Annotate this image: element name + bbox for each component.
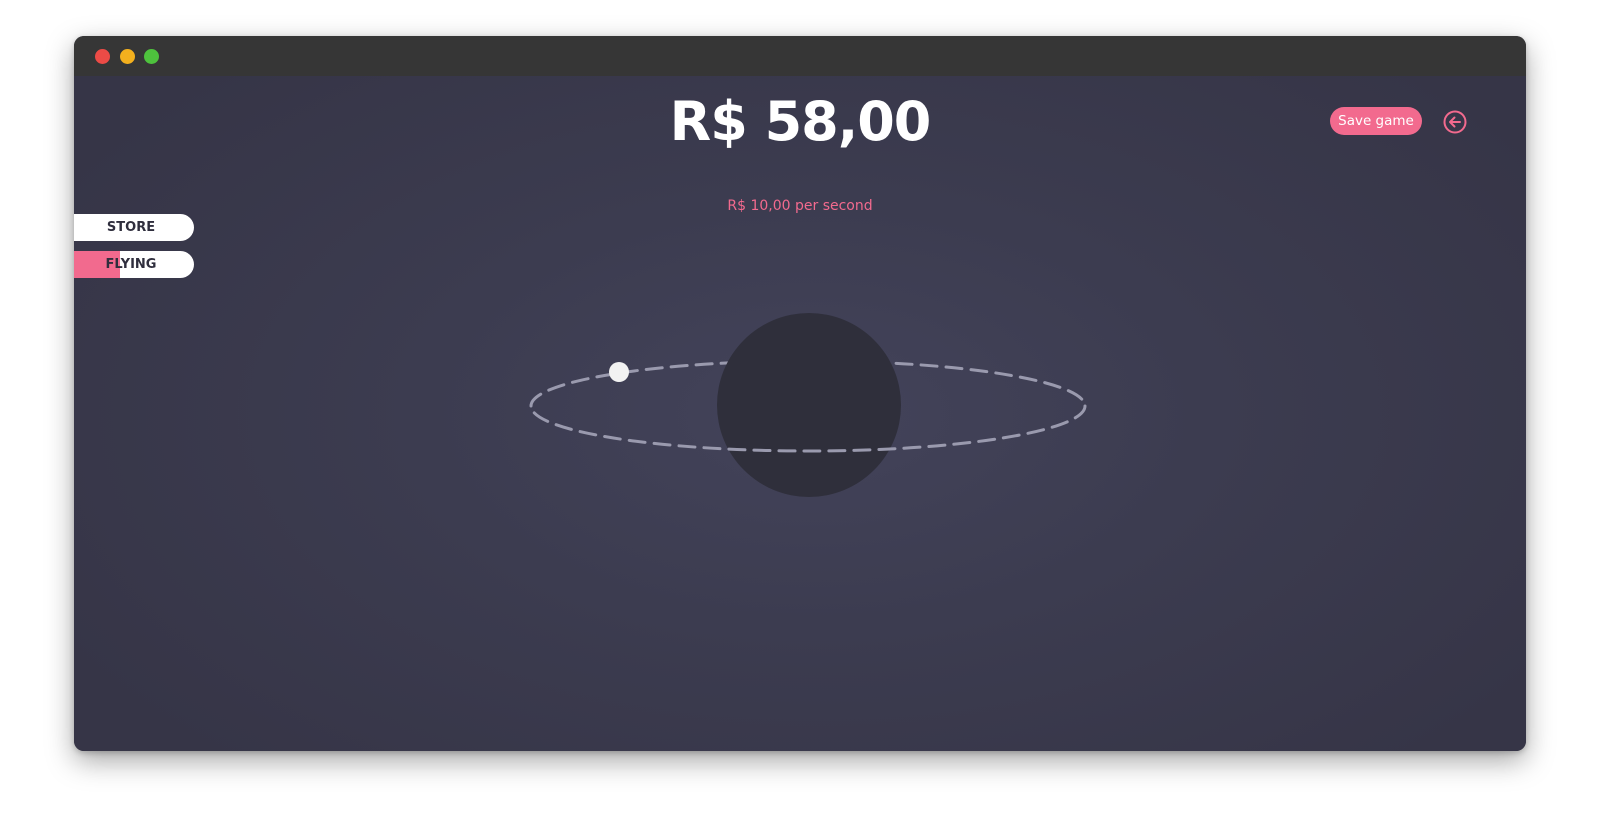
game-area: R$ 58,00 R$ 10,00 per second Save game S… bbox=[74, 76, 1526, 751]
store-button[interactable]: STORE bbox=[74, 214, 194, 241]
orbit-scene bbox=[529, 313, 1087, 497]
title-bar bbox=[74, 36, 1526, 76]
flying-label: FLYING bbox=[105, 257, 157, 272]
flying-button[interactable]: FLYING bbox=[74, 251, 194, 278]
store-label: STORE bbox=[106, 220, 156, 235]
arrow-left-circle-icon[interactable] bbox=[1442, 109, 1468, 135]
planet[interactable] bbox=[717, 313, 901, 497]
save-game-button[interactable]: Save game bbox=[1330, 107, 1422, 135]
app-window: R$ 58,00 R$ 10,00 per second Save game S… bbox=[74, 36, 1526, 751]
maximize-window-button[interactable] bbox=[144, 49, 159, 64]
orbiting-moon bbox=[609, 362, 629, 382]
income-rate: R$ 10,00 per second bbox=[727, 198, 873, 214]
minimize-window-button[interactable] bbox=[120, 49, 135, 64]
close-window-button[interactable] bbox=[95, 49, 110, 64]
balance-display: R$ 58,00 bbox=[669, 90, 932, 153]
